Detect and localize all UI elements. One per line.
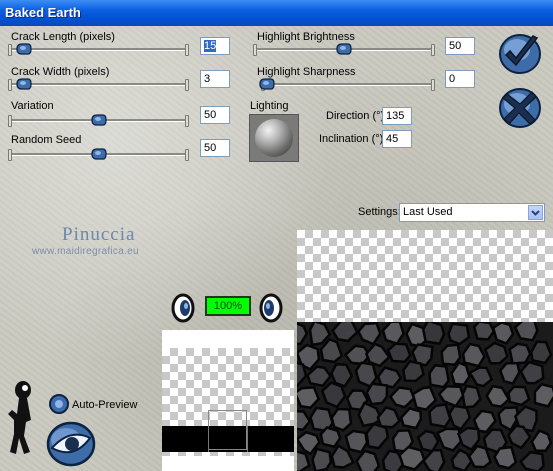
ok-check-icon[interactable] bbox=[497, 30, 543, 76]
highlight-sharpness-slider[interactable] bbox=[259, 78, 435, 91]
auto-preview-label: Auto-Preview bbox=[72, 399, 138, 411]
direction-label: Direction (°) bbox=[326, 110, 385, 122]
crack-width-label: Crack Width (pixels) bbox=[11, 66, 110, 78]
preview-eye-icon[interactable] bbox=[44, 416, 96, 468]
slider-thumb[interactable] bbox=[259, 78, 275, 90]
lighting-sphere[interactable] bbox=[249, 114, 299, 162]
crack-tile bbox=[507, 385, 531, 407]
crack-length-input[interactable]: 15 bbox=[200, 37, 230, 55]
after-preview[interactable] bbox=[297, 322, 553, 471]
help-figure-icon[interactable] bbox=[4, 380, 38, 456]
crack-width-slider[interactable] bbox=[8, 78, 189, 91]
crack-tile bbox=[508, 342, 532, 365]
crack-tile bbox=[344, 429, 369, 454]
variation-input[interactable]: 50 bbox=[200, 106, 230, 124]
slider-end-tick bbox=[8, 149, 12, 161]
settings-select[interactable]: Last Used bbox=[399, 203, 545, 222]
crack-tile bbox=[491, 322, 515, 345]
crack-tile bbox=[401, 359, 426, 383]
highlight-brightness-slider[interactable] bbox=[253, 43, 435, 56]
variation-label: Variation bbox=[11, 100, 54, 112]
slider-track bbox=[8, 83, 189, 86]
crack-tile bbox=[421, 322, 446, 345]
settings-selected: Last Used bbox=[403, 206, 453, 218]
crack-tile bbox=[493, 445, 518, 470]
zoom-out-eye-icon[interactable] bbox=[258, 293, 284, 323]
crack-tile bbox=[533, 382, 553, 408]
cancel-x-icon[interactable] bbox=[497, 84, 543, 130]
navigator-divider bbox=[247, 426, 248, 452]
crack-width-input[interactable]: 3 bbox=[200, 70, 230, 88]
slider-track bbox=[8, 48, 189, 51]
direction-input[interactable]: 135 bbox=[382, 107, 412, 125]
slider-end-tick bbox=[431, 79, 435, 91]
inclination-label: Inclination (°) bbox=[319, 133, 384, 145]
slider-thumb[interactable] bbox=[16, 43, 32, 55]
slider-end-tick bbox=[8, 44, 12, 56]
highlight-sharpness-input[interactable]: 0 bbox=[445, 70, 475, 88]
zoom-level: 100% bbox=[205, 296, 251, 316]
zoom-in-eye-icon[interactable] bbox=[170, 293, 196, 323]
cracked-texture bbox=[297, 322, 553, 471]
slider-thumb[interactable] bbox=[336, 43, 352, 55]
crack-tile bbox=[428, 403, 452, 429]
slider-thumb[interactable] bbox=[90, 114, 107, 126]
crack-tile bbox=[365, 382, 389, 406]
slider-end-tick bbox=[253, 44, 257, 56]
inclination-input[interactable]: 45 bbox=[382, 130, 412, 148]
watermark-name: Pinuccia bbox=[62, 224, 136, 245]
random-seed-label: Random Seed bbox=[11, 134, 82, 146]
slider-end-tick bbox=[431, 44, 435, 56]
lighting-label: Lighting bbox=[250, 100, 289, 112]
crack-tile bbox=[428, 363, 450, 389]
crack-tile bbox=[472, 322, 496, 341]
before-preview[interactable] bbox=[297, 230, 553, 322]
crack-tile bbox=[386, 342, 412, 363]
window-title: Baked Earth bbox=[5, 5, 81, 20]
random-seed-slider[interactable] bbox=[8, 148, 189, 161]
crack-tile bbox=[483, 341, 509, 365]
highlight-brightness-input[interactable]: 50 bbox=[445, 37, 475, 55]
crack-tile bbox=[381, 322, 405, 346]
crack-tile bbox=[416, 429, 440, 453]
auto-preview-radio-icon[interactable] bbox=[48, 393, 70, 415]
settings-label: Settings: bbox=[358, 206, 401, 218]
title-bar[interactable]: Baked Earth bbox=[0, 0, 553, 26]
slider-thumb[interactable] bbox=[90, 148, 107, 160]
navigator-viewport-rect[interactable] bbox=[208, 410, 247, 450]
crack-tile bbox=[311, 447, 333, 471]
navigator-preview[interactable] bbox=[162, 330, 294, 471]
crack-tile bbox=[447, 322, 471, 346]
slider-end-tick bbox=[185, 44, 189, 56]
crack-tile bbox=[330, 407, 353, 432]
slider-end-tick bbox=[8, 115, 12, 127]
light-ball bbox=[255, 119, 293, 157]
highlight-sharpness-label: Highlight Sharpness bbox=[257, 66, 356, 78]
watermark-url: www.maidiregrafica.eu bbox=[32, 246, 139, 257]
slider-end-tick bbox=[185, 79, 189, 91]
slider-end-tick bbox=[185, 115, 189, 127]
variation-slider[interactable] bbox=[8, 114, 189, 127]
highlight-brightness-label: Highlight Brightness bbox=[257, 31, 355, 43]
slider-track bbox=[261, 83, 435, 86]
slider-end-tick bbox=[185, 149, 189, 161]
slider-end-tick bbox=[8, 79, 12, 91]
navigator-divider bbox=[208, 426, 209, 452]
crack-length-slider[interactable] bbox=[8, 43, 189, 56]
crack-tile bbox=[440, 343, 462, 366]
crack-tile bbox=[530, 340, 553, 365]
random-seed-input[interactable]: 50 bbox=[200, 139, 230, 157]
crack-tile bbox=[319, 426, 342, 449]
crack-length-label: Crack Length (pixels) bbox=[11, 31, 115, 43]
baked-earth-dialog: Baked Earth Crack Length (pixels) 15 Cra… bbox=[0, 0, 553, 471]
chevron-down-icon[interactable] bbox=[528, 205, 543, 220]
slider-thumb[interactable] bbox=[16, 78, 32, 90]
